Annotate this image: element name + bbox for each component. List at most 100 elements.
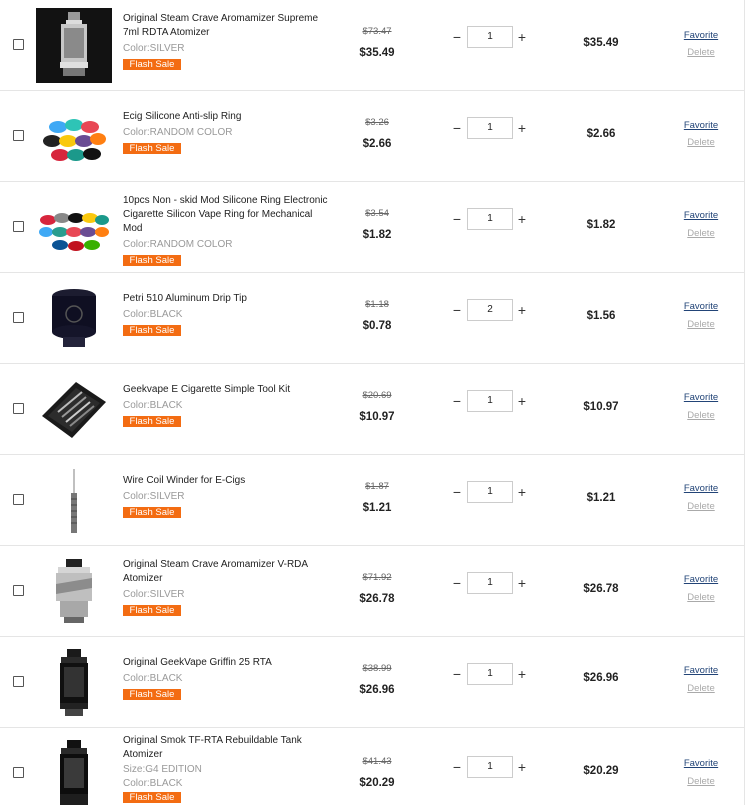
favorite-link[interactable]: Favorite [672, 483, 730, 494]
sale-price: $20.29 [359, 777, 395, 789]
item-subtotal: $1.82 [586, 219, 616, 231]
increase-qty-button[interactable]: + [515, 576, 529, 590]
item-subtotal: $1.56 [586, 310, 616, 322]
delete-link[interactable]: Delete [672, 319, 730, 330]
increase-qty-button[interactable]: + [515, 760, 529, 774]
delete-link[interactable]: Delete [672, 592, 730, 603]
product-name[interactable]: Geekvape E Cigarette Simple Tool Kit [123, 383, 333, 397]
select-checkbox[interactable] [13, 130, 24, 141]
product-name[interactable]: Petri 510 Aluminum Drip Tip [123, 292, 333, 306]
price-block: $1.87 $1.21 [348, 481, 406, 516]
sale-price: $35.49 [359, 47, 395, 59]
product-image[interactable] [36, 463, 112, 538]
favorite-link[interactable]: Favorite [672, 210, 730, 221]
price-block: $1.18 $0.78 [348, 299, 406, 334]
price-block: $71.92 $26.78 [348, 572, 406, 607]
select-checkbox[interactable] [13, 39, 24, 50]
decrease-qty-button[interactable]: − [450, 394, 464, 408]
flash-sale-badge: Flash Sale [123, 792, 181, 803]
product-name[interactable]: Ecig Silicone Anti-slip Ring [123, 110, 333, 124]
product-image[interactable] [36, 372, 112, 447]
decrease-qty-button[interactable]: − [450, 576, 464, 590]
product-info: Original Smok TF-RTA Rebuildable Tank At… [123, 734, 333, 805]
favorite-link[interactable]: Favorite [672, 758, 730, 769]
product-name[interactable]: Original Steam Crave Aromamizer Supreme … [123, 12, 333, 40]
decrease-qty-button[interactable]: − [450, 30, 464, 44]
cart-row: 10pcs Non - skid Mod Silicone Ring Elect… [0, 182, 745, 273]
increase-qty-button[interactable]: + [515, 30, 529, 44]
delete-link[interactable]: Delete [672, 683, 730, 694]
select-checkbox[interactable] [13, 221, 24, 232]
delete-link[interactable]: Delete [672, 47, 730, 58]
product-info: Original GeekVape Griffin 25 RTA Color:B… [123, 656, 333, 702]
product-image[interactable] [36, 8, 112, 83]
favorite-link[interactable]: Favorite [672, 392, 730, 403]
select-checkbox[interactable] [13, 767, 24, 778]
decrease-qty-button[interactable]: − [450, 760, 464, 774]
increase-qty-button[interactable]: + [515, 303, 529, 317]
quantity-input[interactable]: 1 [467, 481, 513, 503]
price-block: $20.69 $10.97 [348, 390, 406, 425]
sale-price: $0.78 [362, 320, 392, 332]
decrease-qty-button[interactable]: − [450, 121, 464, 135]
product-name[interactable]: Original Steam Crave Aromamizer V-RDA At… [123, 558, 333, 586]
select-checkbox[interactable] [13, 494, 24, 505]
increase-qty-button[interactable]: + [515, 667, 529, 681]
original-price: $3.26 [365, 117, 389, 128]
favorite-link[interactable]: Favorite [672, 574, 730, 585]
quantity-input[interactable]: 1 [467, 26, 513, 48]
sale-price: $1.21 [362, 502, 392, 514]
quantity-input[interactable]: 1 [467, 117, 513, 139]
product-name[interactable]: 10pcs Non - skid Mod Silicone Ring Elect… [123, 194, 333, 236]
product-info: Original Steam Crave Aromamizer Supreme … [123, 12, 333, 72]
original-price: $3.54 [365, 208, 389, 219]
increase-qty-button[interactable]: + [515, 121, 529, 135]
product-image[interactable] [36, 645, 112, 720]
select-checkbox[interactable] [13, 676, 24, 687]
product-name[interactable]: Original GeekVape Griffin 25 RTA [123, 656, 333, 670]
decrease-qty-button[interactable]: − [450, 667, 464, 681]
delete-link[interactable]: Delete [672, 501, 730, 512]
flash-sale-badge: Flash Sale [123, 59, 181, 70]
product-info: Original Steam Crave Aromamizer V-RDA At… [123, 558, 333, 618]
select-checkbox[interactable] [13, 403, 24, 414]
increase-qty-button[interactable]: + [515, 212, 529, 226]
quantity-input[interactable]: 1 [467, 663, 513, 685]
delete-link[interactable]: Delete [672, 776, 730, 787]
cart-item-list: Original Steam Crave Aromamizer Supreme … [0, 0, 745, 805]
cart-row: Ecig Silicone Anti-slip Ring Color:RANDO… [0, 91, 745, 182]
product-info: Petri 510 Aluminum Drip Tip Color:BLACK … [123, 292, 333, 338]
cart-row: Original Steam Crave Aromamizer Supreme … [0, 0, 745, 91]
delete-link[interactable]: Delete [672, 410, 730, 421]
product-variant: Color:BLACK [123, 309, 183, 320]
quantity-input[interactable]: 2 [467, 299, 513, 321]
sale-price: $26.78 [359, 593, 395, 605]
quantity-input[interactable]: 1 [467, 756, 513, 778]
increase-qty-button[interactable]: + [515, 485, 529, 499]
favorite-link[interactable]: Favorite [672, 120, 730, 131]
quantity-input[interactable]: 1 [467, 390, 513, 412]
favorite-link[interactable]: Favorite [672, 301, 730, 312]
product-image[interactable] [36, 281, 112, 356]
quantity-input[interactable]: 1 [467, 208, 513, 230]
select-checkbox[interactable] [13, 585, 24, 596]
delete-link[interactable]: Delete [672, 137, 730, 148]
favorite-link[interactable]: Favorite [672, 665, 730, 676]
favorite-link[interactable]: Favorite [672, 30, 730, 41]
product-image[interactable] [36, 190, 112, 265]
decrease-qty-button[interactable]: − [450, 212, 464, 226]
original-price: $41.43 [362, 756, 392, 767]
decrease-qty-button[interactable]: − [450, 303, 464, 317]
quantity-input[interactable]: 1 [467, 572, 513, 594]
product-name[interactable]: Original Smok TF-RTA Rebuildable Tank At… [123, 734, 333, 762]
sale-price: $2.66 [362, 138, 392, 150]
product-image[interactable] [36, 738, 112, 805]
product-image[interactable] [36, 99, 112, 174]
delete-link[interactable]: Delete [672, 228, 730, 239]
decrease-qty-button[interactable]: − [450, 485, 464, 499]
increase-qty-button[interactable]: + [515, 394, 529, 408]
product-name[interactable]: Wire Coil Winder for E-Cigs [123, 474, 333, 488]
select-checkbox[interactable] [13, 312, 24, 323]
price-block: $3.26 $2.66 [348, 117, 406, 152]
product-image[interactable] [36, 554, 112, 629]
